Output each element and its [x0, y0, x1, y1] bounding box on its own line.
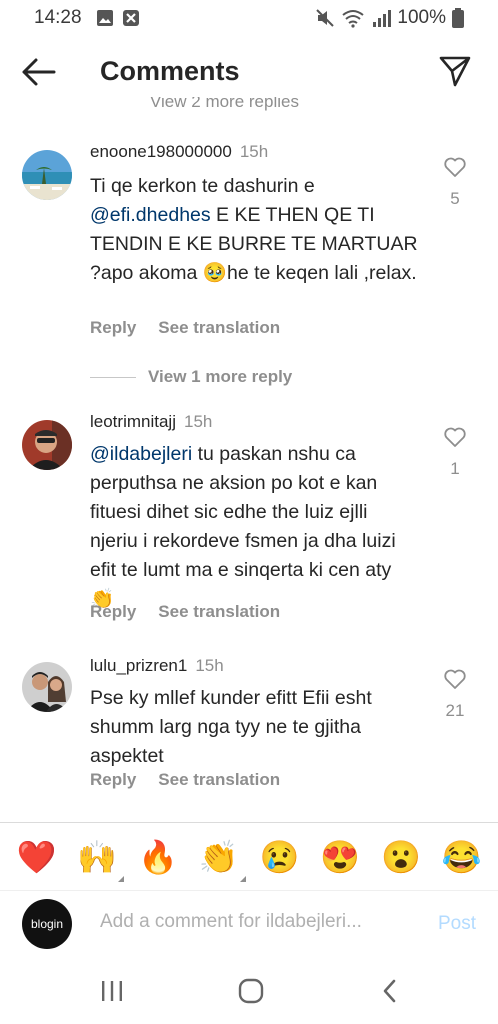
- like-control: 5: [442, 156, 468, 209]
- direct-send-icon[interactable]: [438, 54, 472, 88]
- view-more-replies-partial[interactable]: View 2 more replies: [150, 97, 299, 113]
- comment-header: lulu_prizren1 15h: [90, 656, 224, 676]
- comment-actions: Reply See translation: [90, 602, 280, 622]
- comment-text: Ti qe kerkon te dashurin e @efi.dhedhes …: [90, 172, 420, 288]
- emoji-reaction-bar: ❤️ 🙌 🔥 👏 😢 😍 😮 😂: [0, 822, 498, 890]
- system-nav-bar: [0, 966, 498, 1024]
- view-more-replies-label[interactable]: View 1 more reply: [148, 367, 292, 386]
- comment-text-part: tu paskan nshu ca perputhsa ne aksion po…: [90, 443, 396, 610]
- avatar[interactable]: [22, 150, 72, 200]
- status-time: 14:28: [34, 7, 82, 28]
- emoji-fire[interactable]: 🔥: [135, 838, 181, 876]
- current-user-avatar: blogin: [22, 899, 72, 949]
- home-icon[interactable]: [238, 978, 264, 1004]
- couple-avatar-image: [22, 662, 72, 712]
- emoji-heart-eyes[interactable]: 😍: [317, 838, 363, 876]
- see-translation-button[interactable]: See translation: [158, 318, 280, 337]
- comment-time: 15h: [239, 142, 269, 161]
- recent-apps-icon[interactable]: [100, 978, 124, 1004]
- skin-tone-indicator: [118, 875, 125, 882]
- gallery-icon: [97, 10, 113, 26]
- emoji-crying[interactable]: 😢: [256, 838, 302, 876]
- like-count: 1: [450, 459, 460, 478]
- avatar-logo-text: blogin: [30, 917, 64, 931]
- comment-username[interactable]: leotrimnitajj: [90, 412, 176, 431]
- post-button[interactable]: Post: [438, 913, 476, 935]
- comment-actions: Reply See translation: [90, 318, 280, 338]
- status-right: 100%: [315, 7, 464, 29]
- divider: [90, 377, 136, 379]
- like-count: 21: [445, 701, 465, 720]
- comment-text: @ildabejleri tu paskan nshu ca perputhsa…: [90, 440, 420, 614]
- heart-icon[interactable]: [443, 668, 467, 690]
- reply-button[interactable]: Reply: [90, 770, 136, 789]
- see-translation-button[interactable]: See translation: [158, 770, 280, 789]
- like-count: 5: [450, 189, 460, 208]
- comment-text-part: Ti qe kerkon te dashurin e: [90, 175, 315, 197]
- beach-avatar-image: [22, 150, 72, 200]
- comment-text-part: Pse ky mllef kunder efitt Efii esht shum…: [90, 687, 372, 767]
- battery-icon: [452, 8, 464, 28]
- avatar[interactable]: [22, 420, 72, 470]
- emoji-raising-hands[interactable]: 🙌: [74, 838, 125, 882]
- back-nav-icon[interactable]: [380, 978, 400, 1004]
- like-control: 21: [440, 668, 470, 721]
- back-arrow-icon[interactable]: [20, 56, 58, 88]
- notification-x-icon: [123, 10, 139, 26]
- view-more-replies[interactable]: View 1 more reply: [90, 367, 292, 387]
- emoji-glyph: 👏: [198, 838, 239, 875]
- battery-percent: 100%: [397, 7, 446, 28]
- reply-button[interactable]: Reply: [90, 602, 136, 621]
- wifi-icon: [342, 10, 365, 28]
- comment-text: Pse ky mllef kunder efitt Efii esht shum…: [90, 684, 420, 771]
- like-control: 1: [442, 426, 468, 479]
- reply-button[interactable]: Reply: [90, 318, 136, 337]
- person-avatar-image: [22, 420, 72, 470]
- avatar[interactable]: [22, 662, 72, 712]
- mute-icon: [316, 9, 335, 27]
- comment-time: 15h: [183, 412, 213, 431]
- comment-input[interactable]: [100, 911, 400, 933]
- comment-header: leotrimnitajj 15h: [90, 412, 212, 432]
- mention-link[interactable]: @efi.dhedhes: [90, 204, 211, 226]
- comment-time: 15h: [195, 656, 224, 675]
- heart-icon[interactable]: [443, 426, 467, 448]
- comment-header: enoone198000000 15h: [90, 142, 268, 162]
- comment-actions: Reply See translation: [90, 770, 280, 790]
- heart-icon[interactable]: [443, 156, 467, 178]
- comment-username[interactable]: lulu_prizren1: [90, 656, 187, 675]
- mention-link[interactable]: @ildabejleri: [90, 443, 192, 465]
- see-translation-button[interactable]: See translation: [158, 602, 280, 621]
- comment-username[interactable]: enoone198000000: [90, 142, 232, 161]
- emoji-heart[interactable]: ❤️: [13, 838, 59, 876]
- emoji-surprised[interactable]: 😮: [378, 838, 424, 876]
- signal-icon: [373, 10, 392, 27]
- page-title: Comments: [100, 56, 240, 86]
- emoji-glyph: 🙌: [77, 838, 118, 875]
- comment-composer: blogin Post: [0, 890, 498, 960]
- status-bar: 14:28 100%: [0, 0, 498, 36]
- emoji-laughing[interactable]: 😂: [439, 838, 485, 876]
- skin-tone-indicator: [239, 875, 246, 882]
- emoji-clapping[interactable]: 👏: [196, 838, 246, 882]
